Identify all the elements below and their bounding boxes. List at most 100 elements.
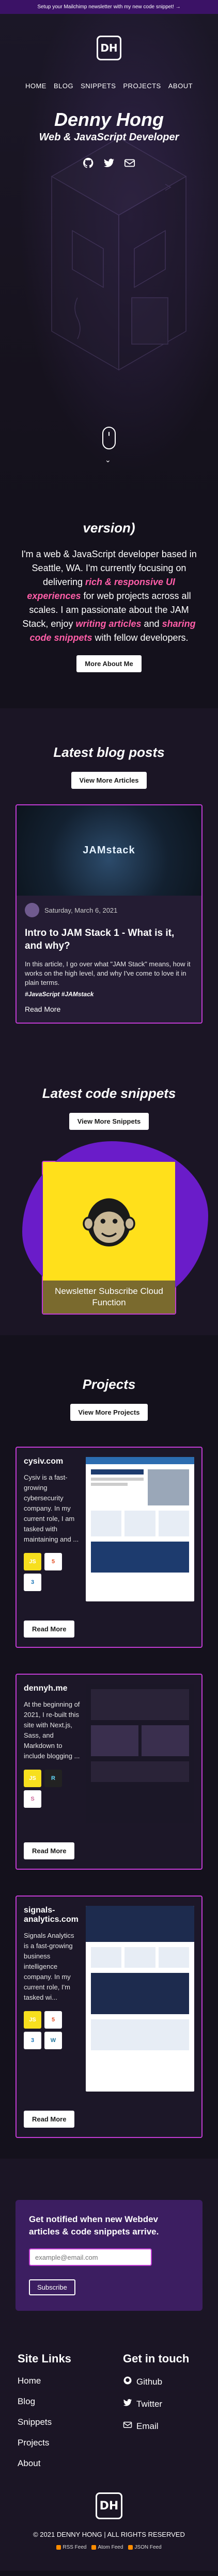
project-card-signals[interactable]: signals-analytics.com Signals Analytics … [15, 1895, 203, 2138]
nav-snippets[interactable]: SNIPPETS [81, 82, 116, 90]
hero-social-icons [0, 157, 218, 169]
html5-icon: 5 [44, 2011, 62, 2029]
main-nav: HOME BLOG SNIPPETS PROJECTS ABOUT [0, 82, 218, 90]
project-name[interactable]: signals-analytics.com [24, 1906, 81, 1924]
scroll-mouse-icon[interactable] [102, 427, 116, 449]
footer-link-projects[interactable]: Projects [18, 2438, 71, 2448]
logo-text: DH [100, 42, 118, 54]
projects-section: Projects View More Projects cysiv.com Cy… [0, 1335, 218, 2159]
rss-icon [56, 2545, 61, 2550]
post-title[interactable]: Intro to JAM Stack 1 - What is it, and w… [25, 927, 193, 952]
email-icon [123, 2420, 132, 2432]
view-more-projects-button[interactable]: View More Projects [70, 1404, 148, 1421]
footer-links-title: Site Links [18, 2352, 71, 2365]
tech-stack: JS 5 3 W [24, 2011, 65, 2049]
copyright: © 2021 DENNY HONG | ALL RIGHTS RESERVED [33, 2531, 185, 2538]
footer-link-snippets[interactable]: Snippets [18, 2417, 71, 2427]
react-icon: R [44, 1770, 62, 1787]
project-description: At the beginning of 2021, I re-built thi… [24, 1700, 80, 1760]
project-screenshot[interactable] [86, 1457, 194, 1601]
blog-title: Latest blog posts [53, 744, 165, 760]
nav-blog[interactable]: BLOG [54, 82, 73, 90]
project-read-more-button[interactable]: Read More [24, 1842, 75, 1859]
newsletter-card: Get notified when new Webdev articles & … [15, 2200, 203, 2311]
snippets-section: Latest code snippets View More Snippets … [0, 1060, 218, 1335]
snippet-card[interactable]: Newsletter Subscribe Cloud Function [22, 1141, 208, 1315]
hero-name: Denny Hong [54, 109, 164, 130]
mailchimp-icon [83, 1198, 135, 1246]
newsletter-title: Get notified when new Webdev articles & … [29, 2214, 159, 2237]
rss-icon [91, 2545, 97, 2550]
nav-about[interactable]: ABOUT [168, 82, 193, 90]
footer-contact-title: Get in touch [123, 2352, 190, 2365]
post-cover-image[interactable]: JAMstack [17, 805, 201, 896]
twitter-icon[interactable] [103, 157, 115, 169]
nav-projects[interactable]: PROJECTS [123, 82, 161, 90]
site-logo[interactable]: DH [97, 36, 121, 60]
css3-icon: 3 [24, 2032, 41, 2049]
css3-icon: 3 [24, 1574, 41, 1591]
html5-icon: 5 [44, 1553, 62, 1570]
project-description: Cysiv is a fast-growing cybersecurity co… [24, 1473, 79, 1543]
github-icon [123, 2376, 132, 2388]
announcement-bar[interactable]: Setup your Mailchimp newsletter with my … [0, 0, 218, 14]
project-read-more-button[interactable]: Read More [24, 2111, 75, 2128]
post-read-more-link[interactable]: Read More [25, 1005, 193, 1013]
project-card-cysiv[interactable]: cysiv.com Cysiv is a fast-growing cybers… [15, 1447, 203, 1648]
snippets-title: Latest code snippets [42, 1086, 176, 1101]
blog-post-card[interactable]: JAMstack Saturday, March 6, 2021 Intro t… [15, 804, 203, 1024]
project-screenshot[interactable] [86, 1684, 194, 1823]
rss-feed-link[interactable]: RSS Feed [56, 2545, 86, 2550]
project-name[interactable]: cysiv.com [24, 1457, 81, 1466]
email-icon[interactable] [124, 157, 135, 169]
json-feed-link[interactable]: JSON Feed [128, 2545, 162, 2550]
wordpress-icon: W [44, 2032, 62, 2049]
projects-title: Projects [82, 1376, 136, 1392]
atom-feed-link[interactable]: Atom Feed [91, 2545, 123, 2550]
snippet-title[interactable]: Newsletter Subscribe Cloud Function [43, 1281, 175, 1314]
project-screenshot[interactable] [86, 1906, 194, 2092]
more-about-me-button[interactable]: More About Me [76, 655, 142, 672]
github-icon[interactable] [83, 157, 94, 169]
email-field[interactable] [29, 2248, 152, 2266]
twitter-icon [123, 2398, 132, 2410]
post-meta: Saturday, March 6, 2021 [25, 903, 193, 917]
hero-section: DH HOME BLOG SNIPPETS PROJECTS ABOUT Den… [0, 14, 218, 520]
sass-icon: S [24, 1790, 41, 1808]
tech-stack: JS R S [24, 1770, 65, 1808]
about-section: Who am I? (the TL;DR version) I'm a web … [0, 499, 218, 672]
post-tags: #JavaScript #JAMstack [25, 991, 94, 998]
javascript-icon: JS [24, 1553, 41, 1570]
chevron-down-icon: ⌄ [105, 456, 111, 464]
post-date: Saturday, March 6, 2021 [44, 906, 118, 914]
hero-tagline: Web & JavaScript Developer [39, 132, 179, 143]
logo-text: DH [99, 2499, 119, 2513]
project-card-dennyh[interactable]: dennyh.me At the beginning of 2021, I re… [15, 1674, 203, 1870]
blog-section: Latest blog posts View More Articles JAM… [0, 708, 218, 1060]
avatar [25, 903, 39, 917]
project-name[interactable]: dennyh.me [24, 1684, 81, 1693]
footer-link-about[interactable]: About [18, 2458, 71, 2469]
view-more-snippets-button[interactable]: View More Snippets [69, 1113, 149, 1130]
about-text: I'm a web & JavaScript developer based i… [21, 549, 197, 643]
nav-home[interactable]: HOME [25, 82, 46, 90]
rss-icon [128, 2545, 133, 2550]
isometric-illustration [51, 137, 187, 371]
project-read-more-button[interactable]: Read More [24, 1621, 75, 1638]
announcement-text[interactable]: Setup your Mailchimp newsletter with my … [37, 4, 180, 10]
footer-email-link[interactable]: Email [123, 2420, 200, 2432]
footer-site-links: Site Links Home Blog Snippets Projects A… [18, 2352, 71, 2479]
footer-github-link[interactable]: Github [123, 2376, 200, 2388]
subscribe-button[interactable]: Subscribe [29, 2279, 75, 2295]
footer-logo[interactable]: DH [96, 2492, 122, 2519]
mailchimp-logo-image [43, 1162, 175, 1281]
newsletter-section: Get notified when new Webdev articles & … [0, 2159, 218, 2342]
footer-link-home[interactable]: Home [18, 2376, 71, 2386]
post-cover-text: JAMstack [83, 845, 135, 856]
tech-stack: JS 5 3 [24, 1553, 65, 1591]
post-excerpt: In this article, I go over what "JAM Sta… [25, 960, 191, 986]
footer-link-blog[interactable]: Blog [18, 2396, 71, 2407]
project-description: Signals Analytics is a fast-growing busi… [24, 1932, 74, 2001]
footer-twitter-link[interactable]: Twitter [123, 2398, 200, 2410]
view-more-articles-button[interactable]: View More Articles [71, 772, 147, 789]
